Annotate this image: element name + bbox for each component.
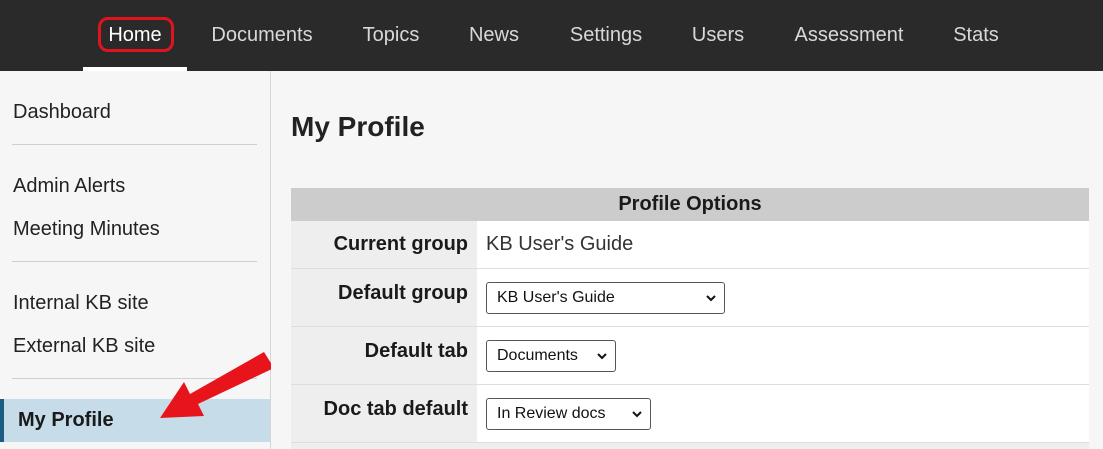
row-label: Current group (291, 221, 477, 268)
sidebar-item-admin-alerts[interactable]: Admin Alerts (13, 175, 125, 198)
sidebar-item-meeting-minutes[interactable]: Meeting Minutes (13, 218, 160, 241)
top-navigation: Home Documents Topics News Settings User… (0, 0, 1103, 71)
default-tab-select[interactable]: Documents (486, 340, 616, 372)
tab-settings[interactable]: Settings (553, 0, 659, 71)
table-row: Default group KB User's Guide (291, 269, 1089, 327)
table-row: Default tab Documents (291, 327, 1089, 385)
sidebar-divider (12, 144, 257, 145)
chevron-down-icon (632, 411, 642, 418)
main-content: My Profile Profile Options Current group… (271, 71, 1103, 449)
default-group-select[interactable]: KB User's Guide (486, 282, 725, 314)
table-header: Profile Options (291, 188, 1089, 221)
row-label: Doc tab default (291, 385, 477, 442)
highlight-ring (98, 17, 174, 52)
table-row: Current group KB User's Guide (291, 221, 1089, 269)
tab-users[interactable]: Users (677, 0, 759, 71)
tab-documents[interactable]: Documents (197, 0, 327, 71)
sidebar-item-internal-kb[interactable]: Internal KB site (13, 292, 149, 315)
tab-news[interactable]: News (455, 0, 533, 71)
current-group-value: KB User's Guide (477, 221, 1089, 268)
profile-options-table: Profile Options Current group KB User's … (291, 188, 1089, 449)
sidebar-item-my-profile[interactable]: My Profile (0, 399, 270, 442)
sidebar: Dashboard Admin Alerts Meeting Minutes I… (0, 71, 271, 449)
sidebar-divider (12, 261, 257, 262)
chevron-down-icon (706, 295, 716, 302)
doc-tab-default-select[interactable]: In Review docs (486, 398, 651, 430)
row-label: Default group (291, 269, 477, 326)
row-label: Default tab (291, 327, 477, 384)
tab-assessment[interactable]: Assessment (779, 0, 919, 71)
sidebar-item-dashboard[interactable]: Dashboard (13, 101, 111, 124)
sidebar-item-external-kb[interactable]: External KB site (13, 335, 155, 358)
tab-stats[interactable]: Stats (940, 0, 1012, 71)
chevron-down-icon (597, 353, 607, 360)
page-title: My Profile (291, 111, 425, 142)
tab-topics[interactable]: Topics (345, 0, 437, 71)
table-row: Doc tab default In Review docs (291, 385, 1089, 443)
table-row (291, 443, 1089, 449)
sidebar-divider (12, 378, 257, 379)
